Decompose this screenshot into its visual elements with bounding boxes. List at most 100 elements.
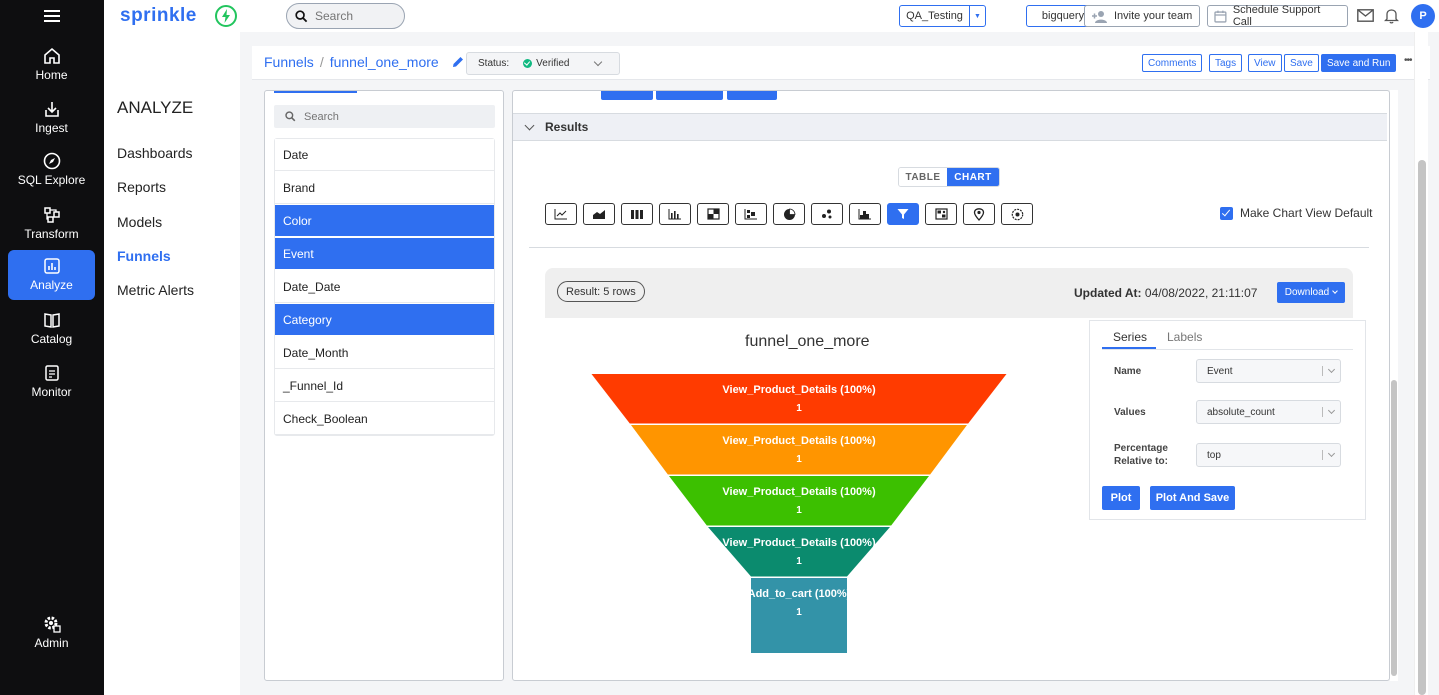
save-and-run-button[interactable]: Save and Run [1321, 54, 1397, 72]
funnel-stage[interactable] [591, 374, 1007, 424]
breadcrumb-root-link[interactable]: Funnels [264, 54, 314, 70]
nav-item-transform[interactable]: Transform [8, 199, 95, 249]
divider [529, 247, 1369, 248]
chart-type-bar[interactable] [659, 203, 691, 225]
global-search[interactable] [286, 3, 405, 29]
chart-type-gauge[interactable] [1001, 203, 1033, 225]
make-default-option[interactable]: Make Chart View Default [1220, 206, 1373, 220]
more-options-icon[interactable]: ••• [1404, 55, 1412, 66]
subnav-item-reports[interactable]: Reports [117, 179, 166, 195]
field-item-color[interactable]: Color [275, 205, 494, 237]
nav-item-analyze[interactable]: Analyze [8, 250, 95, 300]
result-rows-badge: Result: 5 rows [557, 281, 645, 302]
area-chart-icon [593, 210, 605, 219]
query-button[interactable] [656, 91, 723, 100]
section-title: ANALYZE [117, 98, 194, 117]
subnav-item-funnels[interactable]: Funnels [117, 248, 171, 264]
chart-type-map[interactable] [963, 203, 995, 225]
chart-type-area[interactable] [583, 203, 615, 225]
bolt-icon [214, 5, 237, 27]
field-search[interactable] [274, 105, 495, 128]
analyze-icon [43, 258, 60, 274]
pencil-icon[interactable] [451, 55, 465, 69]
query-button[interactable] [601, 91, 653, 100]
chart-type-histogram[interactable] [849, 203, 881, 225]
funnel-stage[interactable] [708, 527, 890, 577]
funnel-stage-label: View_Product_Details (100%) [722, 435, 876, 447]
mail-icon[interactable] [1357, 9, 1374, 22]
funnel-stage[interactable] [669, 476, 929, 526]
bar-chart-icon [668, 209, 681, 220]
avatar[interactable]: P [1411, 4, 1435, 28]
plot-and-save-button[interactable]: Plot And Save [1150, 486, 1235, 510]
field-item-event[interactable]: Event [275, 238, 494, 270]
chart-type-line[interactable] [545, 203, 577, 225]
nav-item-home[interactable]: Home [8, 40, 95, 90]
line-chart-icon [554, 209, 567, 220]
chevron-down-icon [1322, 449, 1336, 460]
series-values-select[interactable]: absolute_count [1196, 400, 1341, 424]
bell-icon[interactable] [1384, 8, 1399, 24]
percentage-relative-select[interactable]: top [1196, 443, 1341, 467]
subnav-item-metric-alerts[interactable]: Metric Alerts [117, 282, 194, 298]
search-icon [285, 111, 296, 122]
save-button[interactable]: Save [1284, 54, 1319, 72]
breadcrumb-separator: / [319, 54, 324, 70]
comments-button[interactable]: Comments [1142, 54, 1203, 72]
add-user-icon [1092, 10, 1107, 23]
nav-item-monitor[interactable]: Monitor [8, 357, 95, 407]
inner-scrollbar-thumb[interactable] [1391, 380, 1397, 676]
tab-chart[interactable]: CHART [947, 168, 999, 186]
field-item-check-boolean[interactable]: Check_Boolean [275, 403, 494, 435]
nav-item-catalog[interactable]: Catalog [8, 304, 95, 354]
chart-type-scatter[interactable] [811, 203, 843, 225]
series-name-select[interactable]: Event [1196, 359, 1341, 383]
invite-team-button[interactable]: Invite your team [1084, 5, 1200, 27]
chevron-down-icon: ▼ [969, 6, 985, 26]
chart-type-pivot[interactable] [925, 203, 957, 225]
gauge-icon [1011, 208, 1023, 220]
nav-item-admin[interactable]: Admin [8, 608, 95, 658]
make-default-checkbox[interactable] [1220, 206, 1233, 220]
field-item-date[interactable]: Date [275, 139, 494, 171]
query-button[interactable] [727, 91, 777, 100]
tab-underline [274, 91, 357, 93]
plot-button[interactable]: Plot [1102, 486, 1140, 510]
chart-type-column[interactable] [621, 203, 653, 225]
tags-button[interactable]: Tags [1209, 54, 1243, 72]
field-item-date-month[interactable]: Date_Month [275, 337, 494, 369]
results-title: Results [545, 120, 589, 134]
funnel-stage[interactable] [631, 425, 967, 475]
tab-table[interactable]: TABLE [899, 168, 947, 186]
brand-logo[interactable]: sprinkle [120, 4, 238, 28]
global-search-input[interactable] [315, 9, 395, 23]
download-button[interactable]: Download [1277, 282, 1345, 303]
tab-divider [1102, 349, 1353, 350]
chart-type-grouped[interactable] [735, 203, 767, 225]
pivot-icon [934, 208, 948, 220]
tab-series[interactable]: Series [1113, 330, 1147, 344]
tab-labels[interactable]: Labels [1167, 330, 1202, 344]
chart-type-heatmap[interactable] [697, 203, 729, 225]
field-item-brand[interactable]: Brand [275, 172, 494, 204]
subnav-item-models[interactable]: Models [117, 214, 162, 230]
view-button[interactable]: View [1248, 54, 1282, 72]
subnav-item-dashboards[interactable]: Dashboards [117, 145, 193, 161]
nav-item-sql-explore[interactable]: SQL Explore [8, 145, 95, 195]
field-item-date-date[interactable]: Date_Date [275, 271, 494, 303]
chart-type-funnel[interactable] [887, 203, 919, 225]
funnel-stage-label: View_Product_Details (100%) [722, 537, 876, 549]
chart-type-pie[interactable] [773, 203, 805, 225]
status-select[interactable]: Status: Verified [466, 52, 620, 75]
funnel-stage-value: 1 [796, 556, 802, 567]
field-item-category[interactable]: Category [275, 304, 494, 336]
hamburger-menu-icon[interactable] [44, 10, 60, 22]
results-header[interactable]: Results [513, 113, 1387, 141]
field-search-input[interactable] [304, 110, 474, 123]
nav-item-ingest[interactable]: Ingest [8, 93, 95, 143]
workspace-select[interactable]: QA_Testing ▼ [899, 5, 986, 27]
updated-at-value: 04/08/2022, 21:11:07 [1144, 286, 1258, 300]
page-scrollbar-thumb[interactable] [1418, 160, 1426, 695]
schedule-support-button[interactable]: Schedule Support Call [1207, 4, 1348, 28]
field-item-funnel-id[interactable]: _Funnel_Id [275, 370, 494, 402]
